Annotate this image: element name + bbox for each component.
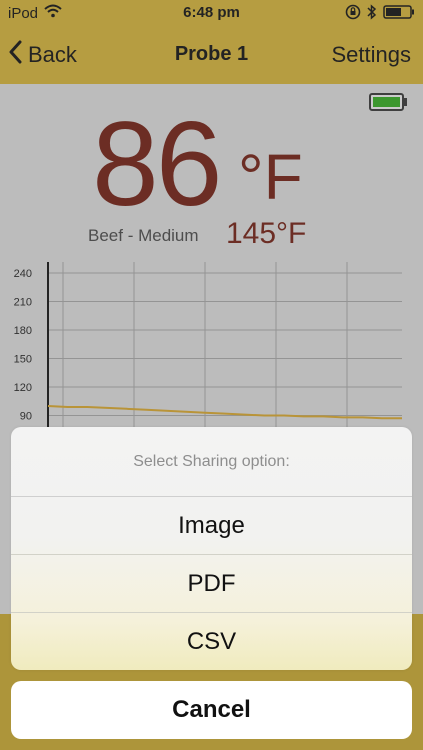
share-image-option[interactable]: Image (11, 497, 412, 555)
share-pdf-option[interactable]: PDF (11, 555, 412, 613)
share-csv-option[interactable]: CSV (11, 613, 412, 670)
cancel-button[interactable]: Cancel (11, 681, 412, 739)
sharing-action-sheet: Select Sharing option: Image PDF CSV (11, 427, 412, 670)
action-sheet-title: Select Sharing option: (11, 427, 412, 497)
